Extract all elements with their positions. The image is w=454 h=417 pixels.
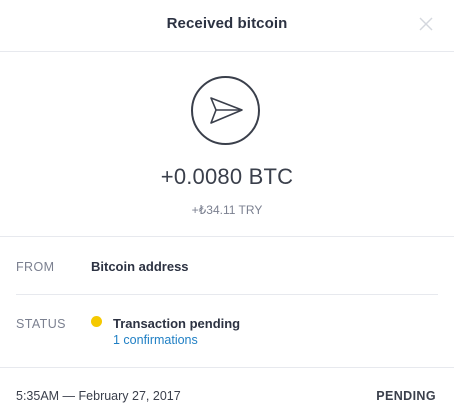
confirmations-link[interactable]: 1 confirmations	[113, 333, 198, 347]
from-value: Bitcoin address	[91, 259, 189, 274]
close-button[interactable]	[418, 16, 434, 32]
modal-title: Received bitcoin	[166, 15, 288, 32]
transaction-detail-modal: Received bitcoin +0.0080 BTC +₺34.11 TRY…	[0, 0, 454, 417]
close-icon	[419, 17, 433, 31]
status-label: STATUS	[16, 317, 66, 331]
status-pending-dot	[91, 316, 102, 327]
paper-plane-icon	[210, 97, 243, 124]
status-value: Transaction pending	[113, 316, 241, 331]
btc-amount: +0.0080 BTC	[160, 164, 294, 189]
footer-divider	[0, 367, 454, 368]
transaction-status-badge: PENDING	[376, 389, 436, 403]
fiat-amount: +₺34.11 TRY	[191, 203, 263, 217]
amount-section: +0.0080 BTC +₺34.11 TRY	[0, 53, 454, 237]
transaction-type-icon	[191, 76, 260, 145]
transaction-date: 5:35AM — February 27, 2017	[16, 389, 181, 403]
row-divider	[16, 294, 438, 295]
modal-header: Received bitcoin	[0, 0, 454, 52]
from-label: FROM	[16, 260, 55, 274]
